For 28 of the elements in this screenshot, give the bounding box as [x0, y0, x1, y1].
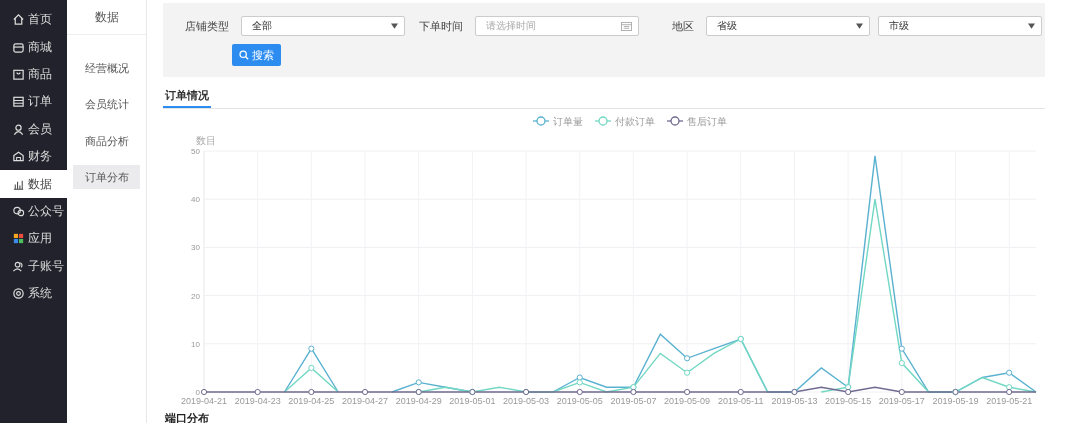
y-axis-title: 数目 — [196, 135, 216, 146]
x-tick-label: 2019-04-27 — [342, 396, 389, 406]
x-tick-label: 2019-05-21 — [986, 396, 1033, 406]
subnav-title: 数据 — [67, 0, 146, 35]
y-tick-label: 40 — [191, 195, 200, 205]
x-tick-label: 2019-05-11 — [718, 396, 764, 406]
y-tick-label: 20 — [191, 291, 200, 301]
field-label: 店铺类型 — [185, 18, 229, 34]
x-tick-label: 2019-05-07 — [610, 396, 657, 406]
field-label: 下单时间 — [419, 18, 463, 34]
x-tick-label: 2019-04-23 — [234, 396, 281, 406]
x-tick-label: 2019-05-15 — [825, 396, 872, 406]
x-tick-label: 2019-05-17 — [878, 396, 925, 406]
y-tick-label: 30 — [191, 243, 200, 253]
y-tick-label: 10 — [191, 339, 200, 349]
x-tick-label: 2019-05-19 — [932, 396, 979, 406]
y-tick-label: 50 — [191, 147, 200, 156]
x-tick-label: 2019-05-01 — [449, 396, 496, 406]
x-tick-label: 2019-05-05 — [556, 396, 603, 406]
field-label: 地区 — [672, 18, 694, 34]
section-title: 端口分布 — [164, 411, 210, 423]
x-tick-label: 2019-04-25 — [288, 396, 335, 406]
x-tick-label: 2019-05-13 — [771, 396, 818, 406]
x-tick-label: 2019-05-03 — [503, 396, 550, 406]
x-tick-label: 2019-04-29 — [395, 396, 442, 406]
x-tick-label: 2019-05-09 — [664, 396, 711, 406]
x-tick-label: 2019-04-21 — [181, 396, 227, 406]
y-tick-label: 0 — [195, 388, 200, 397]
